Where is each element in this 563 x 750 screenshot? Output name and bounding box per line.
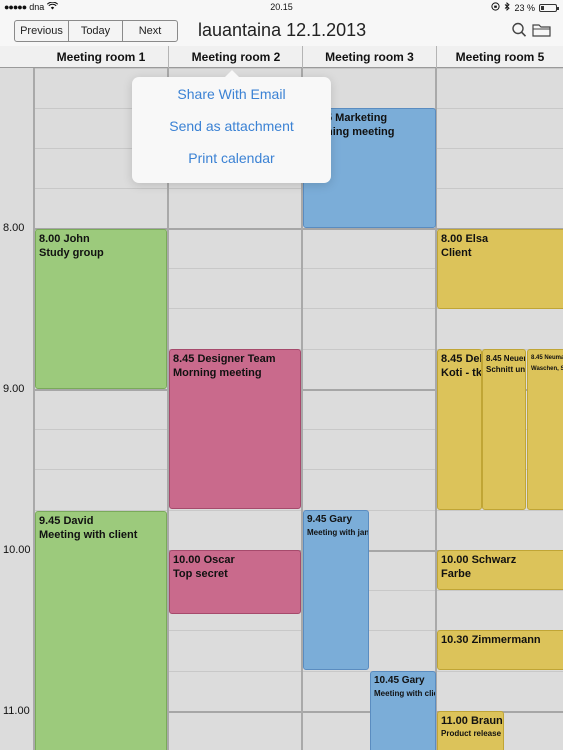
time-label-8: 8.00: [3, 222, 25, 234]
search-icon[interactable]: [510, 21, 530, 39]
event-subtitle: Meeting with janitor: [307, 528, 369, 537]
event-title: 10.00 Schwarz: [441, 554, 517, 566]
event-subtitle: Koti - tk: [441, 367, 482, 379]
event-subtitle: Study group: [39, 247, 104, 259]
event-gary-janitor[interactable]: 9.45 Gary Meeting with janitor: [303, 510, 369, 670]
room-header-3: Meeting room 3: [325, 50, 414, 64]
event-elsa[interactable]: 8.00 Elsa Client: [437, 229, 563, 309]
share-with-email-item[interactable]: Share With Email: [132, 78, 331, 110]
page-title: lauantaina 12.1.2013: [198, 20, 367, 40]
event-title: 8.00 Elsa: [441, 233, 489, 245]
event-braun[interactable]: 11.00 Braun Product release: [437, 711, 504, 750]
status-right: 23 %: [491, 1, 559, 13]
event-subtitle: Client: [441, 247, 472, 259]
event-subtitle: Farbe: [441, 568, 471, 580]
event-title: 8.45 Designer Team: [173, 353, 276, 365]
event-title: 8.45 Neuer: [486, 354, 526, 363]
toolbar: Previous Today Next lauantaina 12.1.2013: [0, 15, 563, 46]
folder-icon[interactable]: [531, 21, 553, 39]
event-title: 9.45 Gary: [307, 514, 353, 525]
event-zimmermann[interactable]: 10.30 Zimmermann: [437, 630, 563, 670]
event-subtitle: Waschen, S...: [531, 366, 563, 372]
status-bar: ●●●●● dna 20.15 23 %: [0, 0, 563, 15]
battery-level: [541, 5, 544, 10]
event-neuman[interactable]: 8.45 Neuman Waschen, S...: [527, 349, 563, 510]
event-designer-team[interactable]: 8.45 Designer Team Morning meeting: [169, 349, 301, 509]
previous-button[interactable]: Previous: [15, 21, 69, 41]
event-neuer[interactable]: 8.45 Neuer Schnitt und: [482, 349, 526, 510]
event-title: 8.45 Deb: [441, 353, 482, 365]
battery-percent: 23 %: [514, 2, 535, 13]
print-calendar-item[interactable]: Print calendar: [132, 142, 331, 174]
event-subtitle: Top secret: [173, 568, 228, 580]
event-deb[interactable]: 8.45 Deb Koti - tk: [437, 349, 482, 510]
room-header-5: Meeting room 5: [455, 50, 545, 64]
room-header: Meeting room 1 Meeting room 2 Meeting ro…: [0, 46, 563, 68]
time-label-9: 9.00: [3, 383, 25, 395]
event-title: 8.45 Neuman: [531, 355, 563, 361]
event-schwarz[interactable]: 10.00 Schwarz Farbe: [437, 550, 563, 590]
event-title: 10.45 Gary: [374, 675, 425, 686]
event-subtitle: Meeting with client: [374, 689, 435, 698]
event-title: 5 Marketing: [326, 112, 388, 124]
room-header-1: Meeting room 1: [56, 50, 146, 64]
status-time: 20.15: [270, 2, 293, 12]
next-button[interactable]: Next: [123, 21, 177, 41]
event-title: 11.00 Braun: [441, 715, 503, 727]
event-john[interactable]: 8.00 John Study group: [35, 229, 167, 389]
date-navigation: Previous Today Next: [14, 20, 178, 42]
grid-line: [34, 68, 563, 69]
event-title: 8.00 John: [39, 233, 90, 245]
event-gary-client[interactable]: 10.45 Gary Meeting with client: [370, 671, 436, 750]
event-david[interactable]: 9.45 David Meeting with client: [35, 511, 167, 750]
event-subtitle: Morning meeting: [173, 367, 262, 379]
battery-icon: [539, 3, 559, 12]
grid-line: [34, 188, 563, 189]
event-oscar[interactable]: 10.00 Oscar Top secret: [169, 550, 301, 614]
time-label-11: 11.00: [3, 705, 30, 717]
time-label-10: 10.00: [3, 544, 31, 556]
today-button[interactable]: Today: [69, 21, 123, 41]
event-subtitle: ning meeting: [326, 126, 395, 138]
event-title: 9.45 David: [39, 515, 94, 527]
event-title: 10.00 Oscar: [173, 554, 235, 566]
bluetooth-icon: [504, 1, 511, 13]
event-subtitle: Schnitt und: [486, 365, 526, 374]
room-header-2: Meeting room 2: [191, 50, 281, 64]
event-subtitle: Product release: [441, 729, 502, 738]
share-popover: Share With Email Send as attachment Prin…: [132, 70, 331, 183]
send-as-attachment-item[interactable]: Send as attachment: [132, 110, 331, 142]
event-subtitle: Meeting with client: [39, 529, 138, 541]
orientation-lock-icon: [491, 2, 501, 13]
event-title: 10.30 Zimmermann: [441, 634, 541, 646]
